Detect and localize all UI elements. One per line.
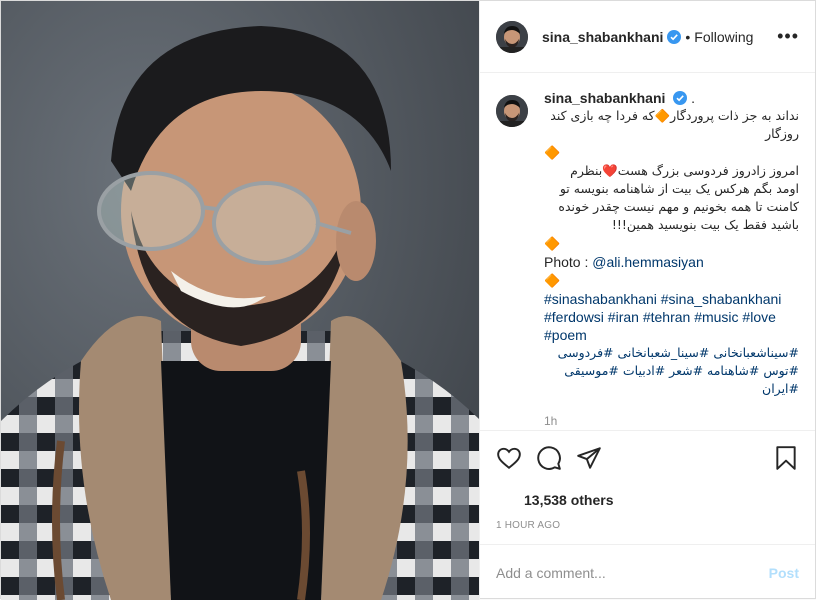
separator-dot: • (685, 28, 691, 45)
photo-credit: Photo : @ali.hemmasiyan (544, 253, 799, 271)
caption-area: sina_shabankhani . نداند به جز ذات پرورد… (480, 73, 815, 430)
avatar-image (496, 95, 528, 127)
post-header: sina_shabankhani • Following ••• (480, 1, 815, 73)
bookmark-icon[interactable] (773, 445, 799, 471)
comment-icon[interactable] (536, 445, 562, 471)
post-timestamp[interactable]: 1 HOUR AGO (480, 514, 815, 544)
diamond-icon: 🔶 (544, 236, 561, 251)
diamond-divider: 🔶 (544, 271, 799, 290)
likes-count[interactable]: 13,538 others (480, 484, 815, 514)
more-options-icon[interactable]: ••• (777, 26, 799, 47)
post-details-panel: sina_shabankhani • Following ••• sina_sh… (479, 1, 815, 600)
diamond-divider: 🔶 (544, 234, 799, 253)
verified-badge-icon (673, 91, 688, 105)
caption-time: 1h (544, 414, 558, 428)
caption-line-2: امروز زادروز فردوسی بزرگ هست❤️بنظرم اومد… (558, 163, 799, 232)
avatar-image (496, 20, 528, 53)
comment-form: Post (480, 544, 815, 600)
post-comment-button[interactable]: Post (769, 565, 799, 581)
action-bar (480, 430, 815, 484)
following-button[interactable]: Following (694, 29, 753, 45)
hashtags-persian[interactable]: #سیناشعبانخانی #سینا_شعبانخانی #فردوسی #… (544, 344, 799, 398)
avatar[interactable] (496, 20, 528, 53)
caption-comment: sina_shabankhani . نداند به جز ذات پرورد… (496, 89, 799, 430)
hashtags-english[interactable]: #sinashabankhani #sina_shabankhani #ferd… (544, 290, 799, 344)
diamond-icon: 🔶 (544, 273, 561, 288)
photo-credit-prefix: Photo : (544, 254, 593, 270)
caption-text: sina_shabankhani . نداند به جز ذات پرورد… (544, 89, 799, 430)
caption-username[interactable]: sina_shabankhani (544, 90, 665, 106)
header-username[interactable]: sina_shabankhani (542, 29, 663, 45)
post-photo[interactable] (1, 1, 479, 600)
caption-line-1: نداند به جز ذات پروردگار🔶که فردا چه بازی… (550, 108, 799, 141)
verified-badge-icon (667, 29, 682, 44)
photo-credit-link[interactable]: @ali.hemmasiyan (592, 254, 703, 270)
portrait-image (1, 1, 479, 600)
caption-trailing: . (691, 90, 696, 106)
diamond-divider: 🔶 (544, 143, 799, 162)
comment-input[interactable] (496, 564, 769, 581)
caption-avatar[interactable] (496, 95, 528, 127)
diamond-icon: 🔶 (544, 145, 561, 160)
instagram-post: sina_shabankhani • Following ••• sina_sh… (0, 0, 816, 600)
heart-icon[interactable] (496, 445, 522, 471)
share-icon[interactable] (576, 445, 602, 471)
